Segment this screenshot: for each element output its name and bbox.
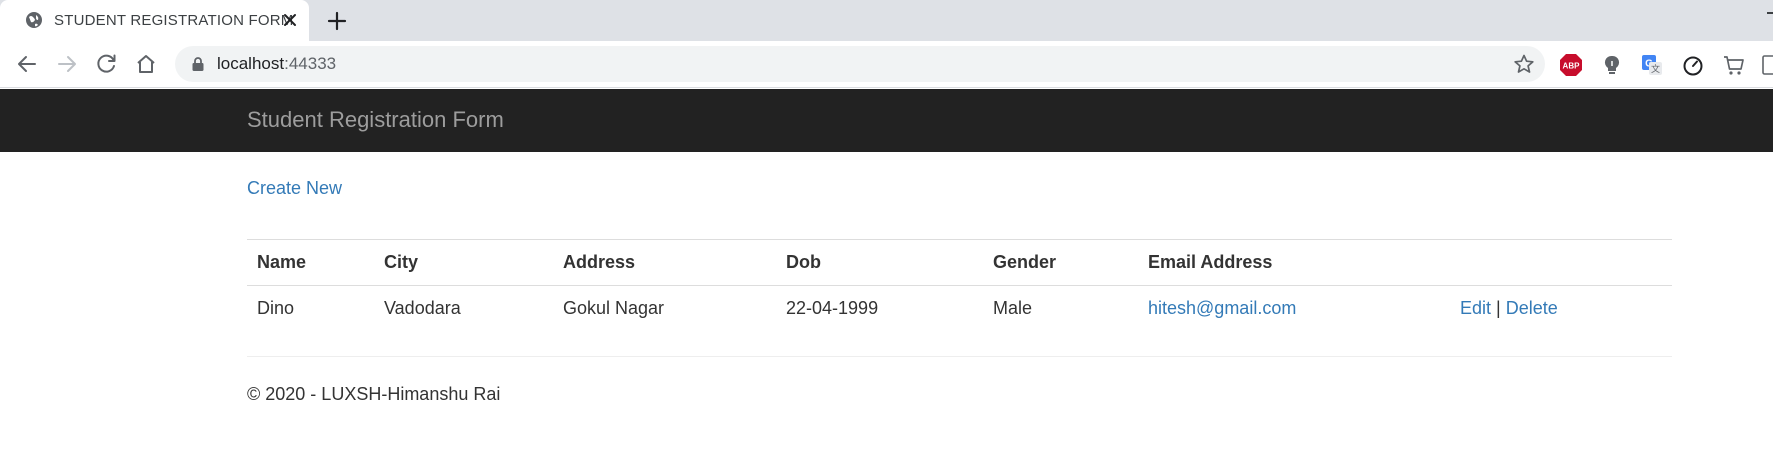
tab-title: STUDENT REGISTRATION FORM	[54, 12, 294, 29]
column-header-city: City	[374, 239, 553, 286]
column-header-name: Name	[247, 239, 374, 286]
window-minimize-icon[interactable]	[1767, 12, 1773, 14]
cell-dob: 22-04-1999	[786, 298, 879, 319]
url-text[interactable]: localhost:44333	[217, 54, 336, 74]
forward-arrow-icon[interactable]	[54, 51, 80, 77]
cell-address: Gokul Nagar	[563, 298, 665, 319]
speedometer-icon[interactable]	[1681, 53, 1705, 77]
email-link[interactable]: hitesh@gmail.com	[1148, 298, 1296, 318]
cell-city: Vadodara	[384, 298, 461, 319]
cell-email: hitesh@gmail.com	[1138, 286, 1450, 332]
browser-tabstrip: STUDENT REGISTRATION FORM	[0, 0, 1773, 41]
navbar-brand[interactable]: Student Registration Form	[247, 107, 504, 133]
svg-text:ABP: ABP	[1563, 62, 1581, 71]
globe-icon	[26, 12, 42, 28]
lightbulb-icon[interactable]	[1600, 53, 1624, 77]
create-new-link[interactable]: Create New	[247, 178, 342, 199]
browser-tab[interactable]: STUDENT REGISTRATION FORM	[0, 0, 309, 41]
browser-toolbar: localhost:44333 ABP G 文	[0, 41, 1773, 88]
column-header-email: Email Address	[1138, 239, 1450, 286]
back-arrow-icon[interactable]	[14, 51, 40, 77]
column-header-gender: Gender	[983, 239, 1138, 286]
lock-icon[interactable]	[191, 56, 205, 72]
footer-copyright: © 2020 - LUXSH-Himanshu Rai	[247, 384, 501, 404]
new-tab-plus-icon[interactable]	[325, 9, 349, 33]
site-navbar: Student Registration Form	[0, 89, 1773, 152]
cell-gender: Male	[993, 298, 1033, 319]
svg-text:文: 文	[1651, 63, 1660, 74]
cell-name: Dino	[257, 298, 295, 319]
page-icon[interactable]	[1757, 53, 1773, 77]
reload-icon[interactable]	[94, 51, 120, 77]
edit-link[interactable]: Edit	[1460, 298, 1491, 318]
bookmark-star-icon[interactable]	[1513, 53, 1535, 75]
action-separator: |	[1496, 298, 1501, 319]
column-header-actions	[1450, 239, 1672, 286]
address-bar[interactable]: localhost:44333	[175, 46, 1545, 82]
table-row: Dino Vadodara Gokul Nagar 22-04-1999 Mal…	[247, 286, 1672, 332]
cell-actions: Edit | Delete	[1450, 286, 1672, 332]
close-icon[interactable]	[280, 10, 300, 30]
table-header-row: Name City Address Dob Gender Email Addre…	[247, 239, 1672, 286]
students-table: Name City Address Dob Gender Email Addre…	[247, 239, 1672, 332]
footer-divider	[247, 356, 1672, 357]
column-header-dob: Dob	[776, 239, 983, 286]
abp-icon[interactable]: ABP	[1559, 53, 1583, 77]
delete-link[interactable]: Delete	[1506, 298, 1558, 318]
cart-icon[interactable]	[1722, 53, 1746, 77]
column-header-address: Address	[553, 239, 776, 286]
home-icon[interactable]	[133, 51, 159, 77]
translate-icon[interactable]: G 文	[1640, 53, 1664, 77]
